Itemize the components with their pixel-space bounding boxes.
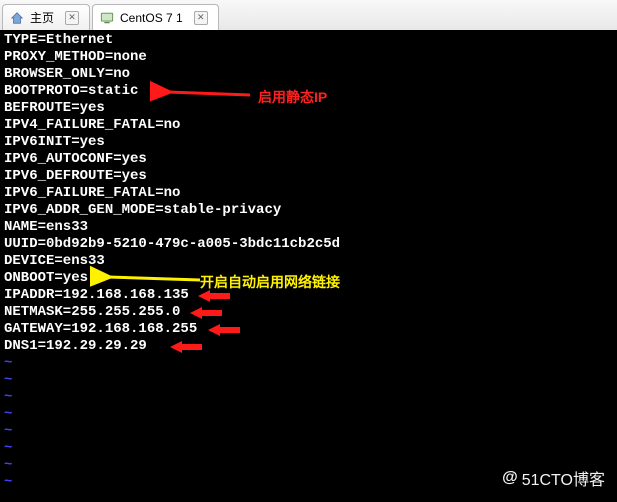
- tab-home-label: 主页: [30, 9, 54, 26]
- vim-empty-line: ~: [4, 423, 613, 440]
- watermark-text: 51CTO博客: [522, 466, 605, 490]
- config-line: BOOTPROTO=static: [4, 83, 613, 100]
- config-line: IPV6_AUTOCONF=yes: [4, 151, 613, 168]
- vim-empty-line: ~: [4, 355, 613, 372]
- config-line: IPV6INIT=yes: [4, 134, 613, 151]
- vim-empty-line: ~: [4, 372, 613, 389]
- config-line: DNS1=192.29.29.29: [4, 338, 613, 355]
- config-line: NETMASK=255.255.255.0: [4, 304, 613, 321]
- config-line: GATEWAY=192.168.168.255: [4, 321, 613, 338]
- vim-empty-line: ~: [4, 406, 613, 423]
- watermark: @ 51CTO博客: [502, 466, 605, 490]
- tab-centos[interactable]: CentOS 7 1 ✕: [92, 4, 219, 30]
- home-icon: [9, 10, 25, 26]
- tab-centos-label: CentOS 7 1: [120, 11, 183, 25]
- config-line: PROXY_METHOD=none: [4, 49, 613, 66]
- monitor-icon: [99, 10, 115, 26]
- vim-empty-line: ~: [4, 389, 613, 406]
- at-icon: @: [502, 469, 518, 487]
- config-line: IPADDR=192.168.168.135: [4, 287, 613, 304]
- config-line: BEFROUTE=yes: [4, 100, 613, 117]
- config-line: IPV6_DEFROUTE=yes: [4, 168, 613, 185]
- close-icon[interactable]: ✕: [194, 11, 208, 25]
- tab-home[interactable]: 主页 ✕: [2, 4, 90, 30]
- tab-bar: 主页 ✕ CentOS 7 1 ✕: [0, 0, 617, 30]
- config-line: IPV6_ADDR_GEN_MODE=stable-privacy: [4, 202, 613, 219]
- config-line: ONBOOT=yes: [4, 270, 613, 287]
- config-line: UUID=0bd92b9-5210-479c-a005-3bdc11cb2c5d: [4, 236, 613, 253]
- config-line: BROWSER_ONLY=no: [4, 66, 613, 83]
- config-line: TYPE=Ethernet: [4, 32, 613, 49]
- config-line: IPV6_FAILURE_FATAL=no: [4, 185, 613, 202]
- vim-empty-line: ~: [4, 440, 613, 457]
- config-line: DEVICE=ens33: [4, 253, 613, 270]
- close-icon[interactable]: ✕: [65, 11, 79, 25]
- config-line: NAME=ens33: [4, 219, 613, 236]
- terminal[interactable]: TYPE=Ethernet PROXY_METHOD=none BROWSER_…: [0, 30, 617, 502]
- config-line: IPV4_FAILURE_FATAL=no: [4, 117, 613, 134]
